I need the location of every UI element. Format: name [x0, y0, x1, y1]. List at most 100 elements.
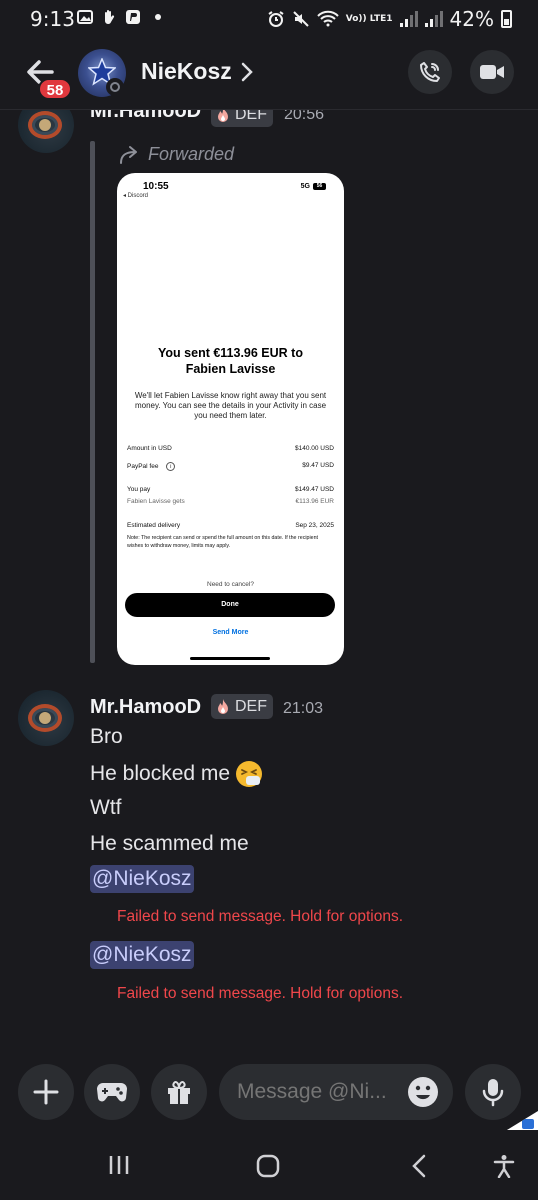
user-mention[interactable]: @NieKosz	[90, 865, 194, 893]
flame-icon	[218, 698, 228, 714]
message-text[interactable]: Bro	[90, 725, 123, 749]
payment-row: PayPal fee i $9.47 USD	[127, 462, 334, 471]
battery-percent: 42%	[449, 7, 494, 31]
row-value: $140.00 USD	[294, 445, 334, 452]
payment-title-line2: Fabien Lavisse	[185, 362, 276, 376]
mention-message[interactable]: @NieKosz	[90, 941, 194, 969]
payment-row: You pay $149.47 USD	[127, 486, 334, 493]
avatar[interactable]	[18, 110, 74, 153]
payment-body: We'll let Fabien Lavisse know right away…	[134, 391, 327, 420]
system-nav-bar	[0, 1130, 538, 1200]
cancel-link: Need to cancel?	[207, 581, 254, 588]
channel-name[interactable]: NieKosz	[141, 58, 232, 85]
payment-title: You sent €113.96 EUR to Fabien Lavisse	[117, 345, 344, 377]
screenshot-time: 10:55	[143, 181, 169, 192]
payment-note: Note: The recipient can send or spend th…	[127, 535, 319, 549]
emoji-icon[interactable]	[406, 1075, 440, 1109]
screenshot-back-app: ◂ Discord	[123, 193, 149, 199]
row-label: Fabien Lavisse gets	[127, 498, 185, 505]
send-more-link: Send More	[212, 629, 249, 636]
gamepad-icon	[97, 1083, 127, 1102]
mention-message[interactable]: @NieKosz	[90, 865, 194, 893]
home-indicator	[190, 657, 270, 660]
microphone-icon	[482, 1079, 504, 1107]
avatar[interactable]	[18, 690, 74, 746]
row-value: Sep 23, 2025	[295, 522, 334, 529]
plus-icon	[33, 1079, 59, 1105]
screenshot-battery: 56	[313, 183, 326, 190]
video-call-button[interactable]	[470, 50, 514, 94]
notification-icons	[77, 9, 161, 25]
row-label: You pay	[127, 486, 151, 493]
row-label: Amount in USD	[127, 445, 172, 452]
voice-message-button[interactable]	[465, 1064, 521, 1120]
message-text-content: Bro	[90, 725, 123, 748]
row-label: Estimated delivery	[127, 522, 181, 529]
system-status: Vo)) LTE1 42%	[267, 7, 512, 31]
forward-arrow-icon	[120, 145, 137, 164]
gallery-icon	[77, 10, 93, 24]
message-text[interactable]: He blocked me	[90, 759, 264, 789]
role-label: DEF	[235, 110, 267, 123]
mute-icon	[293, 11, 309, 27]
recent-apps-icon[interactable]	[108, 1154, 130, 1176]
message-text-content: He scammed me	[90, 832, 249, 855]
message-timestamp: 21:03	[283, 700, 324, 717]
status-time: 9:13	[30, 7, 75, 31]
home-icon[interactable]	[256, 1154, 280, 1178]
failed-message-error[interactable]: Failed to send message. Hold for options…	[117, 908, 403, 926]
row-value: $149.47 USD	[294, 486, 334, 493]
payment-row: Estimated delivery Sep 23, 2025	[127, 522, 334, 529]
message-list[interactable]: Mr.HamooD DEF 20:56 Forwarded 10:55 ◂ Di…	[0, 110, 538, 1055]
role-label: DEF	[235, 697, 267, 715]
hand-icon	[105, 10, 115, 25]
more-notifications-dot	[155, 14, 161, 20]
failed-message-error[interactable]: Failed to send message. Hold for options…	[117, 985, 403, 1003]
message-text-content: He blocked me	[90, 762, 231, 785]
battery-icon	[501, 10, 512, 28]
status-bar: 9:13 Vo)) LTE1 42%	[0, 0, 538, 38]
message-text-content: Wtf	[90, 796, 122, 819]
sneezing-face-icon	[236, 761, 263, 787]
upload-icon	[522, 1119, 534, 1129]
attached-screenshot[interactable]: 10:55 ◂ Discord 5G 56 You sent €113.96 E…	[117, 173, 344, 665]
done-button: Done	[125, 593, 335, 617]
message-composer	[0, 1055, 538, 1130]
row-value: $9.47 USD	[302, 462, 334, 469]
forwarded-label: Forwarded	[118, 144, 234, 165]
paypal-icon	[126, 10, 140, 24]
back-icon[interactable]	[410, 1154, 428, 1178]
row-label: PayPal fee i	[127, 462, 176, 471]
signal-1-icon	[399, 11, 418, 27]
forward-bar	[90, 141, 95, 663]
user-mention[interactable]: @NieKosz	[90, 941, 194, 969]
row-label-text: PayPal fee	[127, 463, 159, 471]
payment-row: Amount in USD $140.00 USD	[127, 445, 334, 452]
flame-icon	[218, 110, 228, 122]
chat-header: 58 NieKosz	[0, 38, 538, 110]
payment-row: Fabien Lavisse gets €113.96 EUR	[127, 498, 334, 505]
volte-indicator: Vo)) LTE1	[345, 14, 393, 24]
message-text[interactable]: He scammed me	[90, 832, 249, 856]
row-value: €113.96 EUR	[295, 498, 334, 505]
message-author[interactable]: Mr.HamooD	[90, 110, 201, 123]
forwarded-text: Forwarded	[148, 144, 235, 164]
accessibility-icon[interactable]	[492, 1154, 516, 1178]
message-timestamp: 20:56	[284, 110, 325, 123]
message-text[interactable]: Wtf	[90, 796, 122, 820]
voice-call-button[interactable]	[408, 50, 452, 94]
info-icon: i	[166, 462, 176, 471]
chevron-right-icon[interactable]	[240, 61, 254, 83]
add-attachment-button[interactable]	[18, 1064, 74, 1120]
signal-2-icon	[424, 11, 443, 27]
gift-button[interactable]	[151, 1064, 207, 1120]
gift-icon	[168, 1080, 190, 1104]
payment-title-line1: You sent €113.96 EUR to	[158, 346, 303, 360]
phone-call-icon	[420, 62, 440, 82]
unread-badge: 58	[38, 78, 72, 100]
alarm-icon	[268, 11, 284, 27]
activities-button[interactable]	[84, 1064, 140, 1120]
role-tag: DEF	[211, 110, 273, 127]
role-tag: DEF	[211, 694, 273, 719]
message-author[interactable]: Mr.HamooD	[90, 696, 201, 719]
